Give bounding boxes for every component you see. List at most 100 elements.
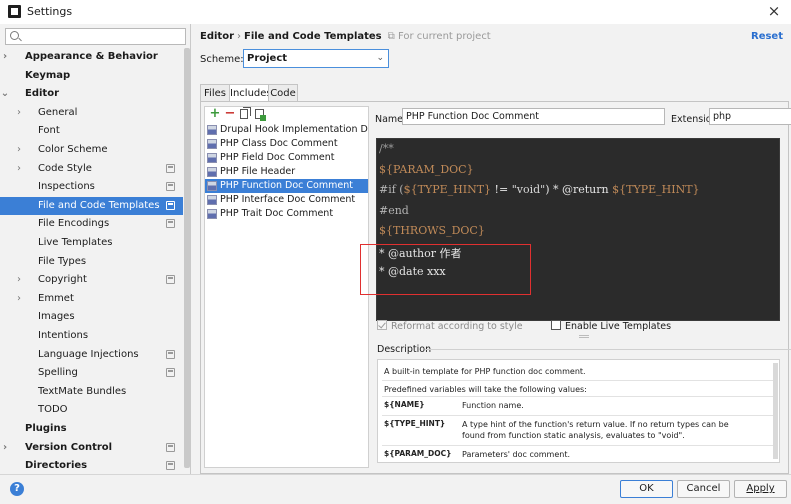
code-line: #if (${TYPE_HINT} != "void") * @return $… (379, 183, 700, 196)
apply-label: Apply (746, 483, 775, 494)
template-item-label: PHP Field Doc Comment (220, 152, 335, 163)
template-item[interactable]: PHP Function Doc Comment (205, 179, 368, 193)
description-intro: A built-in template for PHP function doc… (384, 367, 586, 376)
sidebar-item[interactable]: Spelling (0, 364, 183, 382)
sidebar-scrollbar[interactable] (184, 48, 190, 468)
collapse-arrow-icon[interactable]: › (14, 160, 24, 178)
sidebar-item[interactable]: Images (0, 308, 183, 326)
code-token: ${TYPE_HINT} (612, 183, 700, 196)
collapse-arrow-icon[interactable]: › (0, 439, 10, 457)
extension-field[interactable]: php (709, 108, 791, 125)
sidebar-item[interactable]: › General (0, 104, 183, 122)
search-input[interactable] (5, 28, 186, 45)
template-item-label: PHP Interface Doc Comment (220, 194, 356, 205)
reformat-label: Reformat according to style (391, 321, 523, 332)
name-field[interactable]: PHP Function Doc Comment (402, 108, 665, 125)
sidebar-item-label: TODO (38, 404, 68, 416)
template-item-label: PHP Trait Doc Comment (220, 208, 334, 219)
sidebar-item-label: General (38, 106, 78, 118)
reformat-checkbox[interactable] (377, 320, 387, 330)
template-item[interactable]: PHP Field Doc Comment (205, 151, 368, 165)
template-list: + − Drupal Hook Implementation Doc Comme… (204, 106, 369, 468)
sidebar-item[interactable]: › Appearance & Behavior (0, 48, 183, 66)
sidebar-item[interactable]: Font (0, 122, 183, 140)
description-scrollbar[interactable] (773, 363, 778, 459)
live-templates-option[interactable]: Enable Live Templates (551, 320, 671, 332)
collapse-arrow-icon[interactable]: › (14, 104, 24, 122)
sidebar-item[interactable]: › Version Control (0, 439, 183, 457)
template-item[interactable]: PHP Interface Doc Comment (205, 193, 368, 207)
description-separator (382, 396, 775, 397)
sidebar-item[interactable]: Plugins (0, 420, 183, 438)
sidebar-item[interactable]: Directories (0, 457, 183, 474)
live-templates-checkbox[interactable] (551, 320, 561, 330)
close-button[interactable]: × (765, 2, 783, 20)
sidebar-item[interactable]: Live Templates (0, 234, 183, 252)
code-token: #if ( (379, 183, 404, 196)
sidebar-item[interactable]: Inspections (0, 178, 183, 196)
cancel-button[interactable]: Cancel (677, 480, 730, 498)
sidebar-item-label: Language Injections (38, 348, 139, 360)
sidebar-item[interactable]: › Copyright (0, 271, 183, 289)
sidebar-item-label: Inspections (38, 181, 95, 193)
collapse-arrow-icon[interactable]: › (0, 48, 10, 66)
sidebar-item[interactable]: › Code Style (0, 160, 183, 178)
template-item[interactable]: Drupal Hook Implementation Doc Comment (205, 123, 368, 137)
project-scope-icon (166, 349, 175, 359)
sidebar-item[interactable]: TextMate Bundles (0, 383, 183, 401)
sidebar-item[interactable]: ⌄ Editor (0, 85, 183, 103)
project-scope-icon (166, 442, 175, 452)
sidebar-item-label: Images (38, 311, 75, 323)
sidebar-item[interactable]: File and Code Templates (0, 196, 183, 215)
live-templates-label: Enable Live Templates (565, 321, 672, 332)
project-scope-hint: ⧉ For current project (387, 31, 491, 42)
reset-link[interactable]: Reset (751, 31, 783, 42)
scheme-label: Scheme: (200, 54, 244, 65)
sidebar-item[interactable]: Intentions (0, 327, 183, 345)
help-icon[interactable]: ? (10, 482, 24, 496)
template-item[interactable]: PHP File Header (205, 165, 368, 179)
sidebar-item[interactable]: TODO (0, 401, 183, 419)
app-icon (8, 5, 21, 18)
tab-includes[interactable]: Includes (229, 84, 272, 102)
scheme-select[interactable]: Project ⌄ (243, 49, 389, 68)
reformat-option[interactable]: Reformat according to style (377, 320, 523, 332)
settings-sidebar: › Appearance & Behavior Keymap ⌄ Editor › Gene… (0, 24, 191, 474)
sidebar-item[interactable]: File Encodings (0, 215, 183, 233)
template-item[interactable]: PHP Class Doc Comment (205, 137, 368, 151)
collapse-arrow-icon[interactable]: › (14, 271, 24, 289)
code-token: /** (379, 142, 394, 155)
ok-button[interactable]: OK (620, 480, 673, 498)
project-scope-icon (166, 368, 175, 378)
sidebar-item[interactable]: Keymap (0, 67, 183, 85)
sidebar-item-label: Color Scheme (38, 144, 108, 155)
tab-files[interactable]: Files (200, 84, 230, 102)
splitter-handle[interactable] (579, 335, 589, 338)
sidebar-item[interactable]: › Color Scheme (0, 141, 183, 159)
add-icon[interactable]: + (209, 107, 221, 120)
remove-icon[interactable]: − (224, 107, 236, 120)
variable-description: Generated as a number of lines '* @param… (462, 461, 745, 462)
apply-button[interactable]: Apply (734, 480, 787, 498)
sidebar-item[interactable]: File Types (0, 253, 183, 271)
project-scope-icon (166, 182, 175, 192)
php-file-icon (207, 195, 217, 205)
template-item[interactable]: PHP Trait Doc Comment (205, 207, 368, 221)
sidebar-item-label: File and Code Templates (38, 199, 160, 211)
add-child-icon[interactable] (255, 109, 266, 121)
scheme-value: Project (247, 53, 288, 64)
code-token: "void" (511, 183, 546, 196)
description-label: Description (377, 344, 432, 355)
sidebar-item-label: Plugins (25, 423, 67, 434)
expand-arrow-icon[interactable]: ⌄ (0, 85, 10, 103)
code-token: #end (379, 203, 409, 217)
collapse-arrow-icon[interactable]: › (14, 290, 24, 308)
php-file-icon (207, 167, 217, 177)
copy-icon[interactable] (240, 107, 251, 119)
sidebar-item-label: File Types (38, 255, 87, 267)
tab-code[interactable]: Code (268, 84, 298, 102)
sidebar-item[interactable]: › Emmet (0, 290, 183, 308)
collapse-arrow-icon[interactable]: › (14, 141, 24, 159)
project-scope-icon (166, 163, 175, 173)
sidebar-item[interactable]: Language Injections (0, 346, 183, 364)
